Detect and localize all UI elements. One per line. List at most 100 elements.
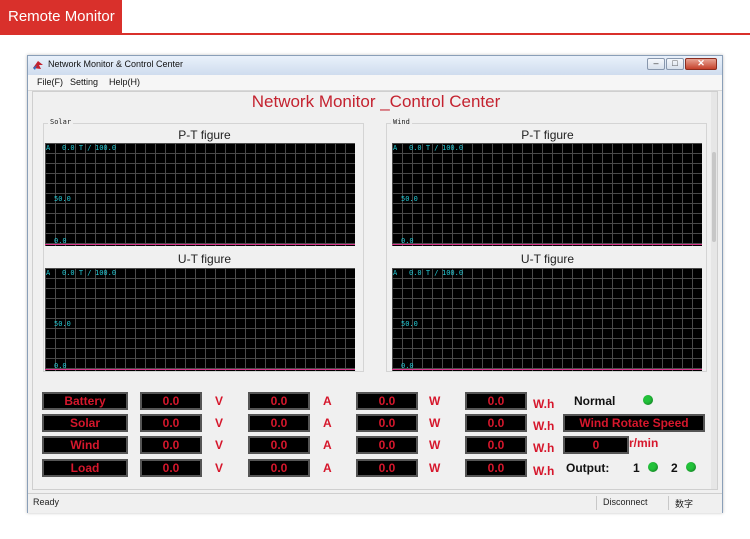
solar-power: 0.0 bbox=[356, 414, 418, 432]
unit-voltage: V bbox=[215, 438, 224, 452]
wind-speed-label: Wind Rotate Speed bbox=[563, 414, 705, 432]
unit-energy: W.h bbox=[533, 419, 555, 433]
battery-energy: 0.0 bbox=[465, 392, 527, 410]
menu-file[interactable]: File(F) bbox=[37, 77, 63, 87]
solar-label: Solar bbox=[42, 414, 128, 432]
banner-divider bbox=[0, 33, 750, 35]
solar-ut-title: U-T figure bbox=[177, 252, 232, 266]
status-divider bbox=[596, 496, 597, 510]
wind-voltage: 0.0 bbox=[140, 436, 202, 454]
wind-panel-label: Wind bbox=[391, 118, 412, 126]
close-button[interactable]: ✕ bbox=[685, 58, 717, 70]
plot-time-label: 0.0 T / bbox=[409, 144, 439, 152]
unit-current: A bbox=[323, 416, 332, 430]
output-label: Output: bbox=[566, 461, 610, 475]
wind-power: 0.0 bbox=[356, 436, 418, 454]
plot-y-mid: 50.0 bbox=[401, 195, 418, 203]
wind-speed-unit: r/min bbox=[629, 436, 659, 450]
app-window: Network Monitor & Control Center – □ ✕ F… bbox=[27, 55, 723, 513]
output-1-label: 1 bbox=[633, 461, 640, 475]
unit-current: A bbox=[323, 461, 332, 475]
plot-y-max: 100.0 bbox=[95, 269, 117, 277]
plot-time-label: 0.0 T / bbox=[62, 269, 92, 277]
plot-unit: A bbox=[393, 144, 398, 152]
battery-power: 0.0 bbox=[356, 392, 418, 410]
unit-energy: W.h bbox=[533, 441, 555, 455]
load-energy: 0.0 bbox=[465, 459, 527, 477]
unit-energy: W.h bbox=[533, 397, 555, 411]
wind-speed-value: 0 bbox=[563, 436, 629, 454]
unit-power: W bbox=[429, 461, 441, 475]
plot-y-max: 100.0 bbox=[442, 269, 464, 277]
title-bar[interactable]: Network Monitor & Control Center – □ ✕ bbox=[28, 56, 722, 76]
solar-voltage: 0.0 bbox=[140, 414, 202, 432]
unit-energy: W.h bbox=[533, 464, 555, 478]
solar-energy: 0.0 bbox=[465, 414, 527, 432]
battery-current: 0.0 bbox=[248, 392, 310, 410]
plot-time-label: 0.0 T / bbox=[62, 144, 92, 152]
wind-label: Wind bbox=[42, 436, 128, 454]
plot-y-min: 0.0 bbox=[54, 237, 67, 245]
output-1-led-icon bbox=[648, 462, 658, 472]
plot-unit: A bbox=[46, 269, 51, 277]
plot-unit: A bbox=[46, 144, 51, 152]
app-logo-icon bbox=[33, 61, 43, 70]
solar-ut-plot: A 0.0 T / 100.0 50.0 0.0 bbox=[45, 268, 355, 371]
load-label: Load bbox=[42, 459, 128, 477]
output-2-label: 2 bbox=[671, 461, 678, 475]
minimize-button[interactable]: – bbox=[647, 58, 665, 70]
maximize-button[interactable]: □ bbox=[666, 58, 684, 70]
unit-power: W bbox=[429, 394, 441, 408]
status-bar: Ready Disconnect 数字 bbox=[28, 493, 722, 513]
page-banner: Remote Monitor bbox=[0, 0, 122, 33]
load-voltage: 0.0 bbox=[140, 459, 202, 477]
unit-current: A bbox=[323, 438, 332, 452]
solar-pt-title: P-T figure bbox=[178, 128, 231, 142]
status-normal: Normal bbox=[574, 394, 616, 408]
solar-pt-plot: A 0.0 T / 100.0 50.0 0.0 bbox=[45, 143, 355, 246]
main-panel: Network Monitor _Control Center Solar P-… bbox=[32, 91, 718, 490]
page-title: Network Monitor _Control Center bbox=[251, 92, 501, 111]
plot-y-max: 100.0 bbox=[442, 144, 464, 152]
unit-power: W bbox=[429, 416, 441, 430]
battery-voltage: 0.0 bbox=[140, 392, 202, 410]
wind-pt-title: P-T figure bbox=[521, 128, 574, 142]
battery-label: Battery bbox=[42, 392, 128, 410]
wind-energy: 0.0 bbox=[465, 436, 527, 454]
vertical-scrollbar[interactable] bbox=[711, 92, 717, 489]
plot-time-label: 0.0 T / bbox=[409, 269, 439, 277]
unit-voltage: V bbox=[215, 461, 224, 475]
status-divider bbox=[668, 496, 669, 510]
wind-ut-plot: A 0.0 T / 100.0 50.0 0.0 bbox=[392, 268, 702, 371]
plot-y-min: 0.0 bbox=[54, 362, 67, 370]
window-title: Network Monitor & Control Center bbox=[48, 59, 184, 69]
status-ready: Ready bbox=[33, 497, 60, 507]
solar-panel: Solar P-T figure A 0.0 T / 100.0 50.0 0.… bbox=[43, 118, 364, 372]
plot-y-mid: 50.0 bbox=[401, 320, 418, 328]
plot-y-min: 0.0 bbox=[401, 237, 414, 245]
wind-ut-title: U-T figure bbox=[520, 252, 575, 266]
output-2-led-icon bbox=[686, 462, 696, 472]
scrollbar-thumb[interactable] bbox=[712, 152, 716, 242]
plot-unit: A bbox=[393, 269, 398, 277]
menu-bar: File(F) Setting Help(H) bbox=[28, 75, 722, 91]
plot-y-mid: 50.0 bbox=[54, 320, 71, 328]
wind-panel: Wind P-T figure A 0.0 T / 100.0 50.0 0.0… bbox=[386, 118, 707, 372]
normal-led-icon bbox=[643, 395, 653, 405]
unit-current: A bbox=[323, 394, 332, 408]
status-input-mode: 数字 bbox=[675, 499, 694, 509]
load-current: 0.0 bbox=[248, 459, 310, 477]
plot-y-mid: 50.0 bbox=[54, 195, 71, 203]
solar-current: 0.0 bbox=[248, 414, 310, 432]
status-connection: Disconnect bbox=[603, 497, 648, 507]
wind-current: 0.0 bbox=[248, 436, 310, 454]
menu-help[interactable]: Help(H) bbox=[109, 77, 140, 87]
unit-power: W bbox=[429, 438, 441, 452]
plot-y-min: 0.0 bbox=[401, 362, 414, 370]
plot-y-max: 100.0 bbox=[95, 144, 117, 152]
menu-setting[interactable]: Setting bbox=[70, 77, 98, 87]
load-power: 0.0 bbox=[356, 459, 418, 477]
wind-pt-plot: A 0.0 T / 100.0 50.0 0.0 bbox=[392, 143, 702, 246]
solar-panel-label: Solar bbox=[48, 118, 74, 126]
unit-voltage: V bbox=[215, 416, 224, 430]
